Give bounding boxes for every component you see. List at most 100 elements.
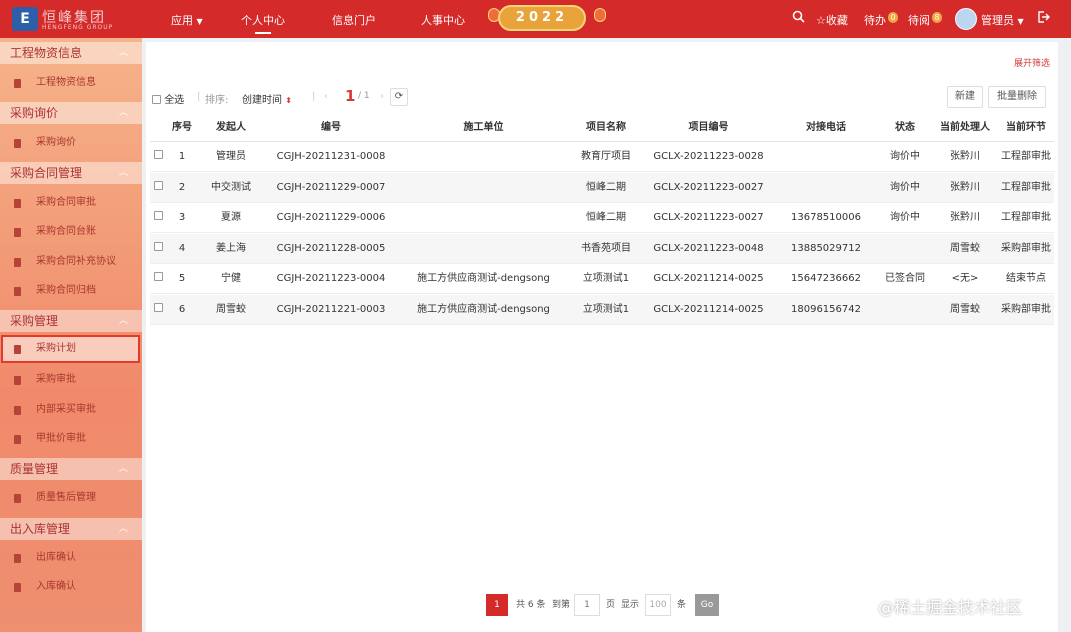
column-header-contractor[interactable]: 施工单位 bbox=[396, 114, 571, 141]
table-row[interactable]: 6 周雪蛟 CGJH-20211221-0003 施工方供应商测试-dengsong 立… bbox=[150, 294, 1054, 325]
row-checkbox[interactable] bbox=[150, 203, 166, 232]
favorites-button[interactable]: ☆收藏 bbox=[816, 12, 848, 28]
document-icon bbox=[14, 435, 21, 444]
user-menu[interactable]: 管理员 ▼ bbox=[981, 12, 1024, 28]
page-size-input[interactable]: 100 bbox=[645, 594, 671, 616]
cell-handler: 张黔川 bbox=[950, 151, 980, 162]
sort-icon: ⬍ bbox=[285, 96, 292, 105]
refresh-icon[interactable]: ⟳ bbox=[390, 88, 408, 106]
column-header-handler[interactable]: 当前处理人 bbox=[934, 114, 996, 141]
cell-project-code: GCLX-20211214-0025 bbox=[653, 303, 764, 315]
sidebar-group-quality[interactable]: 质量管理 ︿ bbox=[0, 458, 142, 480]
sidebar-group-contracts[interactable]: 采购合同管理 ︿ bbox=[0, 162, 142, 184]
toread-button[interactable]: 待阅 8 bbox=[908, 12, 942, 28]
cell-phone bbox=[776, 173, 876, 202]
page-total: / 1 bbox=[358, 91, 370, 101]
row-checkbox[interactable] bbox=[150, 234, 166, 263]
cell-contractor bbox=[396, 142, 571, 171]
cell-status: 询价中 bbox=[890, 181, 920, 193]
search-icon[interactable] bbox=[792, 10, 805, 26]
sidebar-group-warehouse[interactable]: 出入库管理 ︿ bbox=[0, 518, 142, 540]
sort-field-select[interactable]: 创建时间 ⬍ bbox=[242, 91, 292, 106]
sidebar-item-internal-purchase[interactable]: 内部采买审批 bbox=[0, 396, 142, 424]
avatar[interactable] bbox=[955, 8, 977, 30]
page-button-current[interactable]: 1 bbox=[486, 594, 508, 616]
document-icon bbox=[14, 406, 21, 415]
cell-seq: 3 bbox=[178, 212, 186, 223]
cell-stage: 工程部审批 bbox=[1001, 151, 1051, 162]
document-icon bbox=[14, 345, 21, 354]
nav-apps[interactable]: 应用 ▼ bbox=[171, 12, 203, 28]
sidebar-group-materials[interactable]: 工程物资信息 ︿ bbox=[0, 42, 142, 64]
chevron-up-icon: ︿ bbox=[118, 524, 128, 534]
document-icon bbox=[14, 583, 21, 592]
table-row[interactable]: 1 管理员 CGJH-20211231-0008 教育厅项目 GCLX-20211223… bbox=[150, 142, 1054, 172]
expand-filter-link[interactable]: 展开筛选 bbox=[1014, 56, 1050, 69]
cell-project-code: GCLX-20211223-0027 bbox=[653, 212, 764, 223]
list-toolbar: 全选 | 排序: 创建时间 ⬍ | ‹ 1 / 1 › ⟳ 新建 批量删除 bbox=[152, 86, 1052, 108]
table-row[interactable]: 2 中交测试 CGJH-20211229-0007 恒峰二期 GCLX-20211223… bbox=[150, 172, 1054, 203]
cell-initiator: 管理员 bbox=[216, 151, 246, 162]
company-logo[interactable]: E 恒峰集团 HENGFENG GROUP bbox=[8, 4, 138, 34]
checkbox-icon bbox=[153, 241, 163, 251]
sidebar-item-outbound[interactable]: 出库确认 bbox=[0, 544, 142, 572]
sidebar-item-price-approval[interactable]: 甲批价审批 bbox=[0, 425, 142, 453]
cell-code: CGJH-20211221-0003 bbox=[276, 303, 386, 315]
cell-contractor: 施工方供应商测试-dengsong bbox=[417, 303, 550, 315]
sidebar-item-procurement-plan[interactable]: 采购计划 bbox=[1, 335, 140, 363]
goto-page-input[interactable]: 1 bbox=[574, 594, 600, 616]
sidebar-item-contract-approval[interactable]: 采购合同审批 bbox=[0, 189, 142, 217]
column-header-seq[interactable]: 序号 bbox=[168, 114, 196, 141]
column-header-status[interactable]: 状态 bbox=[876, 114, 934, 141]
cell-project-name: 书香苑项目 bbox=[581, 242, 631, 254]
banner-year: 2022 bbox=[515, 10, 569, 25]
sidebar-item-inbound[interactable]: 入库确认 bbox=[0, 573, 142, 601]
nav-personal-center[interactable]: 个人中心 bbox=[241, 12, 285, 34]
column-header-code[interactable]: 编号 bbox=[266, 114, 396, 141]
checkbox-icon bbox=[153, 150, 163, 159]
cell-initiator: 宁健 bbox=[221, 273, 241, 284]
cell-code: CGJH-20211231-0008 bbox=[276, 151, 386, 162]
cell-project-name: 教育厅项目 bbox=[581, 151, 631, 162]
checkbox-icon bbox=[153, 180, 163, 190]
sidebar-item-materials-info[interactable]: 工程物资信息 bbox=[0, 69, 142, 97]
sidebar-item-procurement-approval[interactable]: 采购审批 bbox=[0, 366, 142, 394]
nav-info-portal[interactable]: 信息门户 bbox=[332, 12, 376, 28]
next-page-icon[interactable]: › bbox=[380, 91, 384, 102]
batch-delete-button[interactable]: 批量删除 bbox=[988, 86, 1046, 108]
sidebar-group-inquiry[interactable]: 采购询价 ︿ bbox=[0, 102, 142, 124]
go-button[interactable]: Go bbox=[695, 594, 719, 616]
logout-icon[interactable] bbox=[1036, 10, 1050, 27]
sidebar-item-after-sales[interactable]: 质量售后管理 bbox=[0, 484, 142, 512]
cell-contractor bbox=[396, 203, 571, 232]
star-icon: ☆ bbox=[816, 14, 826, 27]
sidebar-item-contract-archive[interactable]: 采购合同归档 bbox=[0, 277, 142, 305]
column-header-initiator[interactable]: 发起人 bbox=[196, 114, 266, 141]
cell-project-name: 立项测试1 bbox=[582, 273, 630, 284]
cell-phone: 15647236662 bbox=[791, 273, 861, 284]
row-checkbox[interactable] bbox=[150, 295, 166, 324]
table-row[interactable]: 4 姜上海 CGJH-20211228-0005 书香苑项目 GCLX-20211223… bbox=[150, 233, 1054, 264]
sidebar-group-procurement[interactable]: 采购管理 ︿ bbox=[0, 310, 142, 332]
column-header-phone[interactable]: 对接电话 bbox=[776, 114, 876, 141]
todo-button[interactable]: 待办 0 bbox=[864, 12, 898, 28]
checkbox-icon bbox=[153, 272, 163, 281]
row-checkbox[interactable] bbox=[150, 142, 166, 171]
row-checkbox[interactable] bbox=[150, 264, 166, 293]
table-row[interactable]: 3 夏源 CGJH-20211229-0006 恒峰二期 GCLX-20211223-0… bbox=[150, 203, 1054, 233]
new-button[interactable]: 新建 bbox=[947, 86, 983, 108]
column-header-project-code[interactable]: 项目编号 bbox=[641, 114, 776, 141]
table-row[interactable]: 5 宁健 CGJH-20211223-0004 施工方供应商测试-dengsong 立项… bbox=[150, 264, 1054, 294]
nav-hr-center[interactable]: 人事中心 bbox=[421, 12, 465, 28]
sidebar-item-contract-ledger[interactable]: 采购合同台账 bbox=[0, 218, 142, 246]
select-all-checkbox[interactable]: 全选 bbox=[152, 91, 184, 106]
prev-page-icon[interactable]: ‹ bbox=[324, 91, 328, 102]
sidebar-item-inquiry[interactable]: 采购询价 bbox=[0, 129, 142, 157]
divider: | bbox=[312, 91, 316, 102]
column-header-stage[interactable]: 当前环节 bbox=[996, 114, 1056, 141]
column-header-project-name[interactable]: 项目名称 bbox=[571, 114, 641, 141]
cell-stage: 工程部审批 bbox=[1001, 181, 1051, 193]
row-checkbox[interactable] bbox=[150, 173, 166, 202]
sidebar-item-contract-supplement[interactable]: 采购合同补充协议 bbox=[0, 248, 142, 276]
cell-status: 询价中 bbox=[890, 212, 920, 223]
